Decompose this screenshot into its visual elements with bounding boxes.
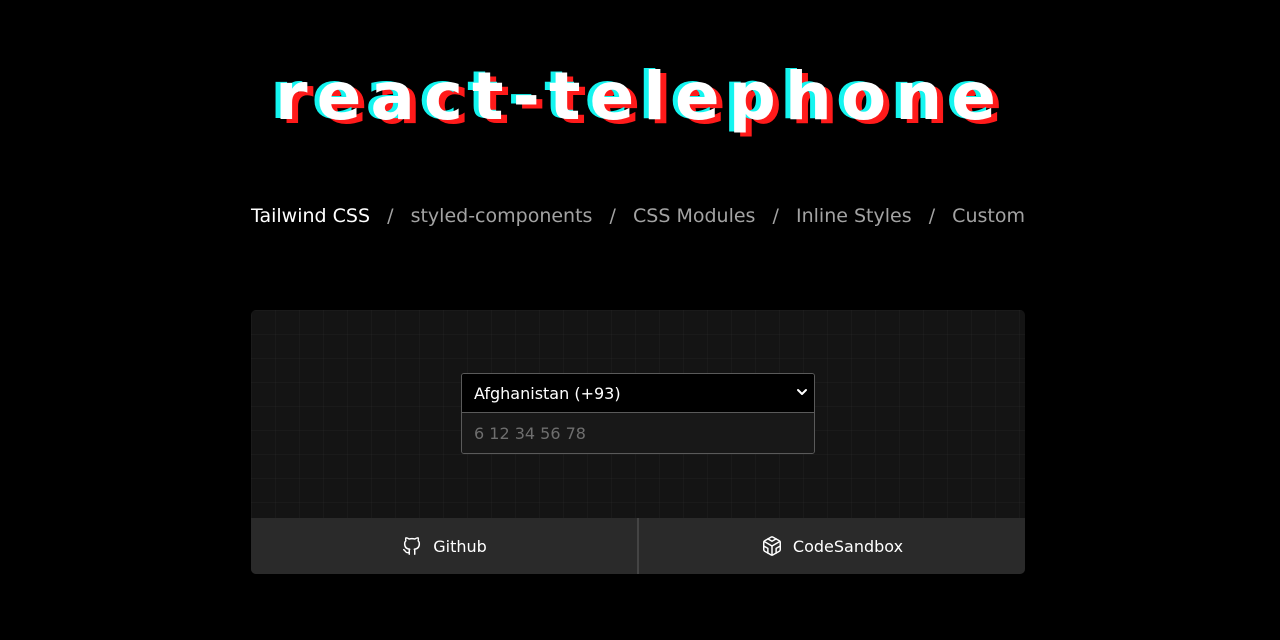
nav-separator: /	[928, 205, 936, 227]
codesandbox-button-label: CodeSandbox	[792, 536, 904, 556]
tab-tailwind-css[interactable]: Tailwind CSS	[251, 205, 370, 227]
phone-number-input[interactable]: 6 12 34 56 78	[462, 413, 814, 453]
country-select[interactable]: Afghanistan (+93)	[462, 374, 814, 413]
glitch-title: react-telephone react-telephone react-te…	[0, 52, 1280, 142]
styling-nav: Tailwind CSS / styled-components / CSS M…	[251, 200, 1025, 232]
page: react-telephone react-telephone react-te…	[0, 0, 1280, 640]
tab-inline-styles[interactable]: Inline Styles	[796, 205, 912, 227]
nav-separator: /	[387, 205, 394, 227]
codesandbox-icon	[762, 536, 781, 556]
github-icon	[403, 537, 421, 555]
tab-custom[interactable]: Custom	[952, 205, 1025, 227]
github-button[interactable]: Github	[251, 518, 637, 574]
demo-card: Afghanistan (+93) 6 12 34 56 78 Github C…	[251, 310, 1025, 574]
github-button-label: Github	[433, 536, 487, 556]
phone-number-placeholder: 6 12 34 56 78	[474, 423, 586, 443]
page-title: react-telephone	[275, 58, 1005, 135]
tab-styled-components[interactable]: styled-components	[411, 205, 593, 227]
phone-input-group: Afghanistan (+93) 6 12 34 56 78	[461, 373, 815, 454]
country-select-value: Afghanistan (+93)	[474, 383, 621, 403]
chevron-down-icon	[797, 389, 807, 395]
card-footer: Github CodeSandbox	[251, 518, 1025, 574]
nav-separator: /	[609, 205, 616, 227]
nav-separator: /	[772, 205, 779, 227]
codesandbox-button[interactable]: CodeSandbox	[637, 518, 1025, 574]
tab-css-modules[interactable]: CSS Modules	[633, 205, 755, 227]
